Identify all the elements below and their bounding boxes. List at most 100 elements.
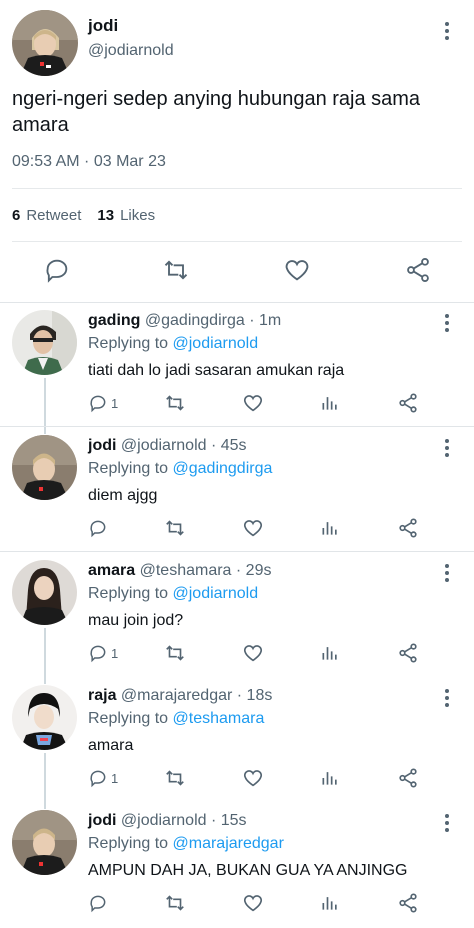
- tweet-actions: [0, 256, 474, 288]
- reply-actions: 1: [0, 392, 474, 414]
- retweet-icon[interactable]: [164, 517, 186, 539]
- author-meta[interactable]: @jodiarnold · 15s: [121, 812, 247, 829]
- replying-prefix: Replying to: [88, 585, 169, 602]
- author-name[interactable]: amara: [88, 562, 135, 579]
- replying-to-handle[interactable]: @gadingdirga: [173, 460, 273, 477]
- reply-header: amara @teshamara · 29s: [88, 562, 271, 580]
- reply-button[interactable]: [88, 892, 111, 914]
- replying-to: Replying to @jodiarnold: [88, 585, 258, 603]
- divider: [12, 188, 462, 189]
- reply-icon: [88, 893, 108, 913]
- divider: [12, 241, 462, 242]
- likes-count: 13: [97, 207, 115, 224]
- avatar[interactable]: [12, 560, 77, 625]
- reply-tweet: raja @marajaredgar · 18s Replying to @te…: [0, 677, 474, 809]
- reply-header: raja @marajaredgar · 18s: [88, 687, 272, 705]
- reply-count: 1: [111, 395, 119, 411]
- more-options-icon[interactable]: [442, 689, 452, 707]
- views-icon[interactable]: [320, 892, 340, 914]
- retweet-icon[interactable]: [162, 256, 190, 284]
- reply-actions: [0, 892, 474, 914]
- reply-tweet: jodi @jodiarnold · 15s Replying to @mara…: [0, 802, 474, 928]
- retweet-icon[interactable]: [164, 892, 186, 914]
- like-icon[interactable]: [242, 892, 264, 914]
- reply-text: diem ajgg: [88, 487, 158, 504]
- author-meta[interactable]: @marajaredgar · 18s: [121, 687, 272, 704]
- share-icon[interactable]: [397, 642, 419, 664]
- tweet-text: ngeri-ngeri sedep anying hubungan raja s…: [12, 88, 421, 136]
- likes-stat[interactable]: 13 Likes: [97, 207, 155, 224]
- retweet-stat[interactable]: 6 Retweet: [12, 207, 81, 224]
- share-icon[interactable]: [397, 517, 419, 539]
- reply-button[interactable]: [88, 517, 111, 539]
- reply-tweet: jodi @jodiarnold · 45s Replying to @gadi…: [0, 427, 474, 553]
- share-icon[interactable]: [397, 392, 419, 414]
- more-options-icon[interactable]: [442, 814, 452, 832]
- like-icon[interactable]: [242, 517, 264, 539]
- views-icon[interactable]: [320, 517, 340, 539]
- author-meta[interactable]: @gadingdirga · 1m: [145, 312, 281, 329]
- like-icon[interactable]: [283, 256, 311, 284]
- retweet-icon[interactable]: [164, 767, 186, 789]
- author-name[interactable]: gading: [88, 312, 140, 329]
- retweet-icon[interactable]: [164, 392, 186, 414]
- author-name[interactable]: raja: [88, 687, 116, 704]
- replying-to-handle[interactable]: @marajaredgar: [173, 835, 284, 852]
- author-meta[interactable]: @teshamara · 29s: [140, 562, 272, 579]
- author-name[interactable]: jodi: [88, 812, 116, 829]
- reply-count: 1: [111, 770, 119, 786]
- like-icon[interactable]: [242, 392, 264, 414]
- avatar[interactable]: [12, 810, 77, 875]
- tweet-timestamp[interactable]: 09:53 AM · 03 Mar 23: [12, 153, 166, 171]
- author-meta[interactable]: @jodiarnold · 45s: [121, 437, 247, 454]
- replying-to-handle[interactable]: @teshamara: [173, 710, 265, 727]
- more-options-icon[interactable]: [442, 439, 452, 457]
- reply-icon: [88, 643, 108, 663]
- replying-to: Replying to @gadingdirga: [88, 460, 272, 478]
- share-icon[interactable]: [397, 892, 419, 914]
- avatar[interactable]: [12, 10, 78, 76]
- like-icon[interactable]: [242, 642, 264, 664]
- like-icon[interactable]: [242, 767, 264, 789]
- replying-prefix: Replying to: [88, 335, 169, 352]
- reply-actions: [0, 517, 474, 539]
- views-icon[interactable]: [320, 392, 340, 414]
- reply-actions: 1: [0, 642, 474, 664]
- avatar[interactable]: [12, 685, 77, 750]
- reply-button[interactable]: 1: [88, 767, 118, 789]
- retweet-label: Retweet: [26, 207, 82, 224]
- replying-to: Replying to @jodiarnold: [88, 335, 258, 353]
- tweet-stats: 6 Retweet 13 Likes: [12, 207, 155, 224]
- avatar[interactable]: [12, 435, 77, 500]
- reply-button[interactable]: 1: [88, 392, 118, 414]
- replying-to-handle[interactable]: @jodiarnold: [173, 335, 259, 352]
- author-handle[interactable]: @jodiarnold: [88, 42, 174, 60]
- reply-text: amara: [88, 737, 134, 754]
- retweet-icon[interactable]: [164, 642, 186, 664]
- reply-icon[interactable]: [43, 256, 71, 284]
- views-icon[interactable]: [320, 767, 340, 789]
- reply-icon: [88, 393, 108, 413]
- more-options-icon[interactable]: [442, 314, 452, 332]
- reply-tweet: amara @teshamara · 29s Replying to @jodi…: [0, 552, 474, 684]
- share-icon[interactable]: [397, 767, 419, 789]
- share-icon[interactable]: [404, 256, 432, 284]
- more-options-icon[interactable]: [442, 22, 452, 40]
- likes-label: Likes: [120, 207, 156, 224]
- reply-button[interactable]: 1: [88, 642, 118, 664]
- reply-actions: 1: [0, 767, 474, 789]
- author-name[interactable]: jodi: [88, 437, 116, 454]
- reply-icon: [88, 518, 108, 538]
- reply-header: jodi @jodiarnold · 15s: [88, 812, 247, 830]
- reply-header: jodi @jodiarnold · 45s: [88, 437, 247, 455]
- author-name[interactable]: jodi: [88, 16, 118, 36]
- more-options-icon[interactable]: [442, 564, 452, 582]
- main-tweet: jodi @jodiarnold ngeri-ngeri sedep anyin…: [0, 0, 474, 302]
- replying-to-handle[interactable]: @jodiarnold: [173, 585, 259, 602]
- avatar[interactable]: [12, 310, 77, 375]
- replying-prefix: Replying to: [88, 835, 169, 852]
- replying-to: Replying to @marajaredgar: [88, 835, 284, 853]
- views-icon[interactable]: [320, 642, 340, 664]
- reply-tweet: gading @gadingdirga · 1m Replying to @jo…: [0, 302, 474, 434]
- reply-text: AMPUN DAH JA, BUKAN GUA YA ANJINGG: [88, 862, 408, 879]
